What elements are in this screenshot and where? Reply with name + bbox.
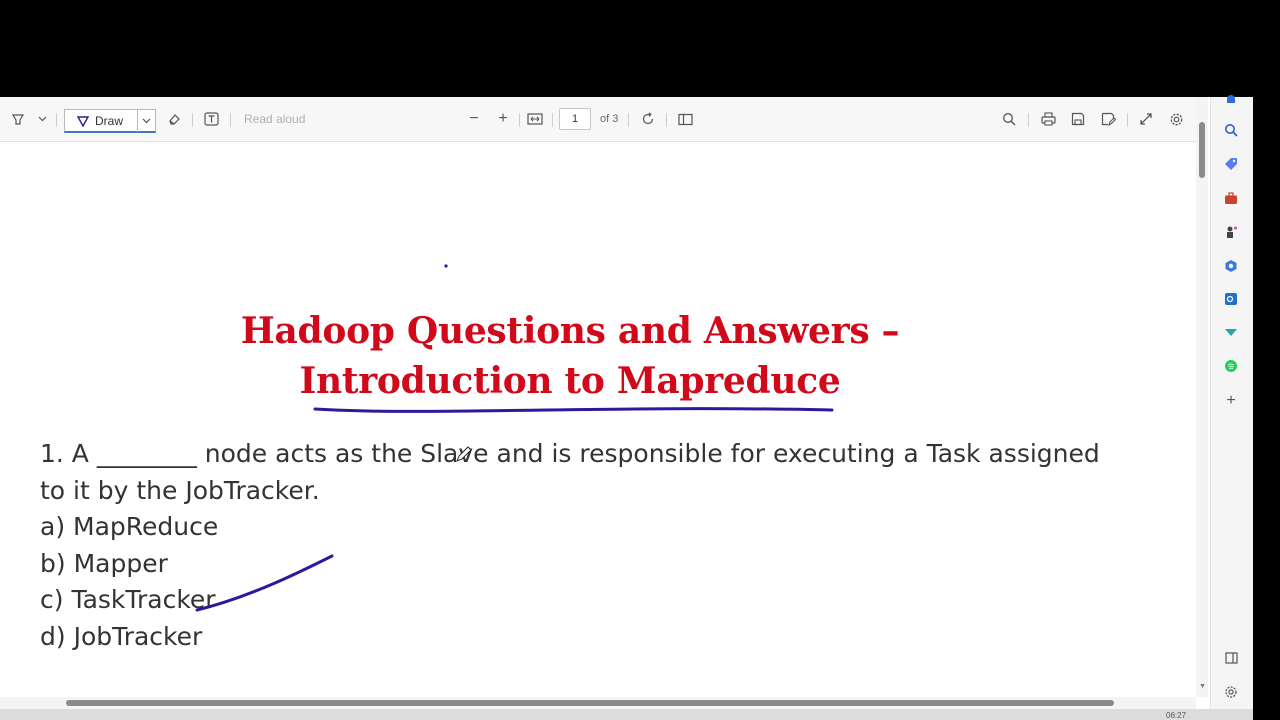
fit-width-icon[interactable] bbox=[525, 97, 545, 141]
page-count: of 3 bbox=[600, 113, 619, 125]
page-number-input[interactable]: 1 bbox=[559, 108, 591, 130]
split-view-icon[interactable] bbox=[1222, 649, 1240, 667]
taskbar-clock: 06:27 bbox=[1166, 711, 1187, 720]
pdf-page: Hadoop Questions and Answers – Introduct… bbox=[0, 142, 1196, 702]
briefcase-icon[interactable] bbox=[1222, 189, 1240, 207]
toolbar-separator bbox=[192, 113, 193, 127]
horizontal-scrollbar[interactable] bbox=[0, 697, 1196, 709]
vertical-scroll-thumb[interactable] bbox=[1199, 122, 1205, 178]
ink-answer-tick bbox=[195, 554, 334, 612]
copilot-icon[interactable] bbox=[1222, 257, 1240, 275]
save-icon[interactable] bbox=[1068, 97, 1088, 141]
toolbar-separator bbox=[628, 113, 629, 127]
toolbar-separator bbox=[56, 113, 57, 127]
pdf-toolbar: Draw Read aloud − + 1 of 3 bbox=[0, 97, 1196, 142]
cursor-pen-icon bbox=[456, 446, 472, 462]
zoom-out-icon[interactable]: − bbox=[465, 97, 483, 141]
add-text-icon[interactable] bbox=[201, 97, 221, 141]
vertical-scrollbar[interactable]: ▼ bbox=[1196, 97, 1208, 697]
drop-icon[interactable] bbox=[1222, 323, 1240, 341]
toolbar-separator bbox=[1127, 113, 1128, 127]
scroll-down-arrow-icon[interactable]: ▼ bbox=[1199, 683, 1206, 690]
search-icon[interactable] bbox=[1222, 121, 1240, 139]
taskbar: 06:27 bbox=[0, 709, 1253, 720]
edge-sidebar: + bbox=[1210, 95, 1253, 709]
sidebar-settings-icon[interactable] bbox=[1222, 683, 1240, 701]
zoom-in-icon[interactable]: + bbox=[494, 97, 512, 141]
find-icon[interactable] bbox=[999, 97, 1019, 141]
chevron-down-icon bbox=[142, 118, 151, 123]
chess-icon[interactable] bbox=[1222, 223, 1240, 241]
rotate-icon[interactable] bbox=[638, 97, 658, 141]
settings-icon[interactable] bbox=[1166, 97, 1186, 141]
bell-icon[interactable] bbox=[1222, 91, 1240, 109]
ink-title-underline bbox=[313, 407, 834, 413]
spotify-icon[interactable] bbox=[1222, 357, 1240, 375]
save-as-icon[interactable] bbox=[1098, 97, 1118, 141]
pen-icon bbox=[77, 115, 89, 127]
draw-label: Draw bbox=[95, 113, 124, 128]
read-aloud-button[interactable]: Read aloud bbox=[244, 97, 305, 141]
fullscreen-icon[interactable] bbox=[1136, 97, 1156, 141]
eraser-icon[interactable] bbox=[164, 97, 184, 141]
letterbox-right bbox=[1253, 97, 1280, 720]
plus-icon[interactable]: + bbox=[1222, 392, 1240, 410]
page-view-icon[interactable] bbox=[675, 97, 695, 141]
horizontal-scroll-thumb[interactable] bbox=[66, 700, 1114, 706]
toolbar-separator bbox=[1028, 113, 1029, 127]
pdf-viewer: Draw Read aloud − + 1 of 3 Hadoop Questi… bbox=[0, 97, 1210, 709]
highlight-icon[interactable] bbox=[8, 97, 28, 141]
outlook-icon[interactable] bbox=[1222, 290, 1240, 308]
draw-dropdown-button[interactable] bbox=[136, 109, 155, 132]
toolbar-separator bbox=[666, 113, 667, 127]
toolbar-separator bbox=[552, 113, 553, 127]
highlight-dropdown-icon[interactable] bbox=[34, 97, 50, 141]
toolbar-separator bbox=[230, 113, 231, 127]
draw-button[interactable]: Draw bbox=[64, 109, 156, 133]
letterbox-top bbox=[0, 0, 1280, 97]
ink-dot bbox=[444, 264, 448, 268]
toolbar-separator bbox=[519, 113, 520, 127]
print-icon[interactable] bbox=[1038, 97, 1058, 141]
tag-icon[interactable] bbox=[1222, 155, 1240, 173]
ink-annotations bbox=[195, 264, 834, 612]
